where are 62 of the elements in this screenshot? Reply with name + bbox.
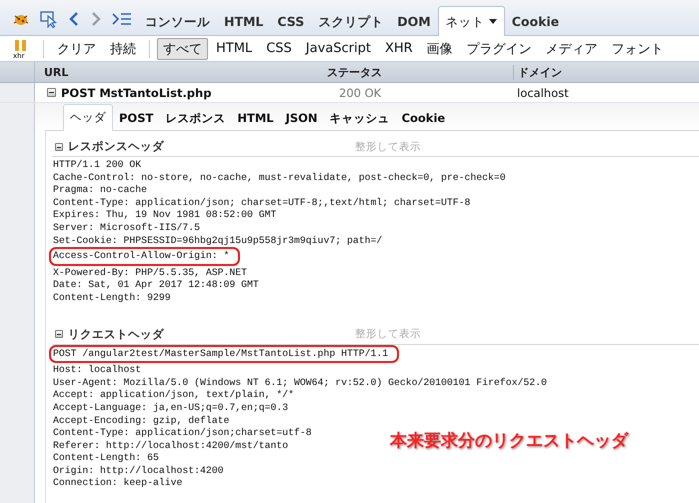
header-line: Referer: http://localhost:4200/mst/tanto — [52, 440, 290, 452]
filter-button[interactable]: メディア — [540, 38, 604, 60]
section-title[interactable]: レスポンスヘッダ — [68, 139, 164, 154]
collapse-toggle-icon[interactable] — [55, 330, 63, 338]
detail-tab[interactable]: Cookie — [396, 106, 452, 130]
header-line: Content-Length: 65 — [52, 452, 160, 465]
collapse-toggle-icon[interactable] — [47, 88, 56, 97]
collapse-toggle-icon[interactable] — [55, 142, 63, 150]
panel-tab[interactable]: コンソール — [138, 8, 217, 35]
filter-button[interactable]: XHR — [378, 39, 419, 58]
filter-button[interactable]: すべて — [157, 38, 208, 60]
header-line: Host: localhost — [52, 364, 142, 377]
request-url[interactable]: POST MstTantoList.php — [61, 86, 212, 100]
filter-button[interactable]: フォント — [606, 38, 670, 60]
detail-tab[interactable]: JSON — [280, 106, 324, 130]
filter-button[interactable]: JavaScript — [300, 39, 377, 58]
header-line: Accept-Language: ja,en-US;q=0.7,en;q=0.3 — [52, 402, 290, 414]
toolbar-button[interactable]: クリア — [51, 38, 102, 60]
detail-tab[interactable]: ヘッダ — [63, 104, 113, 131]
annotation-text: 本来要求分のリクエストヘッダ — [390, 430, 628, 452]
header-line: User-Agent: Mozilla/5.0 (Windows NT 6.1; WOW64; rv:52.0) Gecko/20100101 Firefox/52.0 — [52, 376, 548, 390]
column-header[interactable]: ステータス — [327, 64, 513, 80]
toolbar-button[interactable]: 持続 — [104, 38, 142, 60]
inspect-cursor-icon[interactable] — [40, 10, 58, 28]
panel-tab[interactable]: HTML — [217, 8, 270, 35]
section-title[interactable]: リクエストヘッダ — [68, 326, 164, 342]
detail-tab[interactable]: キャッシュ — [324, 106, 396, 130]
panel-tab[interactable]: スクリプト — [311, 8, 390, 35]
header-line: Origin: http://localhost:4200 — [52, 464, 224, 478]
header-line: HTTP/1.1 200 OK — [52, 159, 142, 172]
panel-tab[interactable]: Cookie — [504, 8, 566, 35]
header-line: Content-Type: application/json; charset=UTF-8;,text/html; charset=UTF-8 — [52, 196, 472, 210]
detail-tab[interactable]: HTML — [231, 106, 280, 130]
command-line-icon[interactable] — [112, 12, 132, 26]
header-line: X-Powered-By: PHP/5.5.35, ASP.NET — [52, 266, 248, 280]
header-line: Access-Control-Allow-Origin: * — [52, 250, 238, 263]
filter-button[interactable]: HTML — [210, 39, 258, 58]
header-line: Set-Cookie: PHPSESSID=96hbg2qj15u9p558jr3m9qiuv7; path=/ — [52, 234, 384, 248]
header-line: Cache-Control: no-store, no-cache, must-revalidate, post-check=0, pre-check=0 — [52, 172, 507, 184]
back-icon[interactable] — [68, 11, 80, 27]
filter-button[interactable]: プラグイン — [460, 38, 538, 60]
header-line: Content-Type: application/json;charset=utf-8 — [52, 427, 313, 440]
header-line: Content-Length: 9299 — [52, 292, 172, 305]
header-line: Server: Microsoft-IIS/7.5 — [52, 222, 201, 235]
header-line: Expires: Thu, 19 Nov 1981 08:52:00 GMT — [52, 209, 278, 222]
status-text: 200 OK — [338, 86, 382, 100]
panel-tab[interactable]: ネット — [438, 6, 505, 36]
column-header[interactable]: URL — [35, 66, 327, 78]
header-line: Pragma: no-cache — [52, 184, 148, 197]
filter-button[interactable]: CSS — [260, 39, 298, 58]
column-header[interactable]: ドメイン — [513, 64, 699, 80]
header-line: Accept: application/json, text/plain, */* — [52, 389, 296, 402]
filter-button[interactable]: 画像 — [420, 38, 459, 60]
header-line: Accept-Encoding: gzip, deflate — [52, 414, 230, 428]
header-line: Date: Sat, 01 Apr 2017 12:48:09 GMT — [52, 279, 260, 292]
detail-tab[interactable]: POST — [113, 106, 160, 130]
panel-tab[interactable]: DOM — [390, 8, 438, 35]
header-line: Connection: keep-alive — [52, 477, 184, 490]
detail-tab[interactable]: レスポンス — [159, 106, 232, 130]
domain-text: localhost — [516, 86, 570, 100]
panel-tab[interactable]: CSS — [270, 8, 312, 35]
header-line: POST /angular2test/MasterSample/MstTantoList.php HTTP/1.1 — [52, 348, 396, 360]
